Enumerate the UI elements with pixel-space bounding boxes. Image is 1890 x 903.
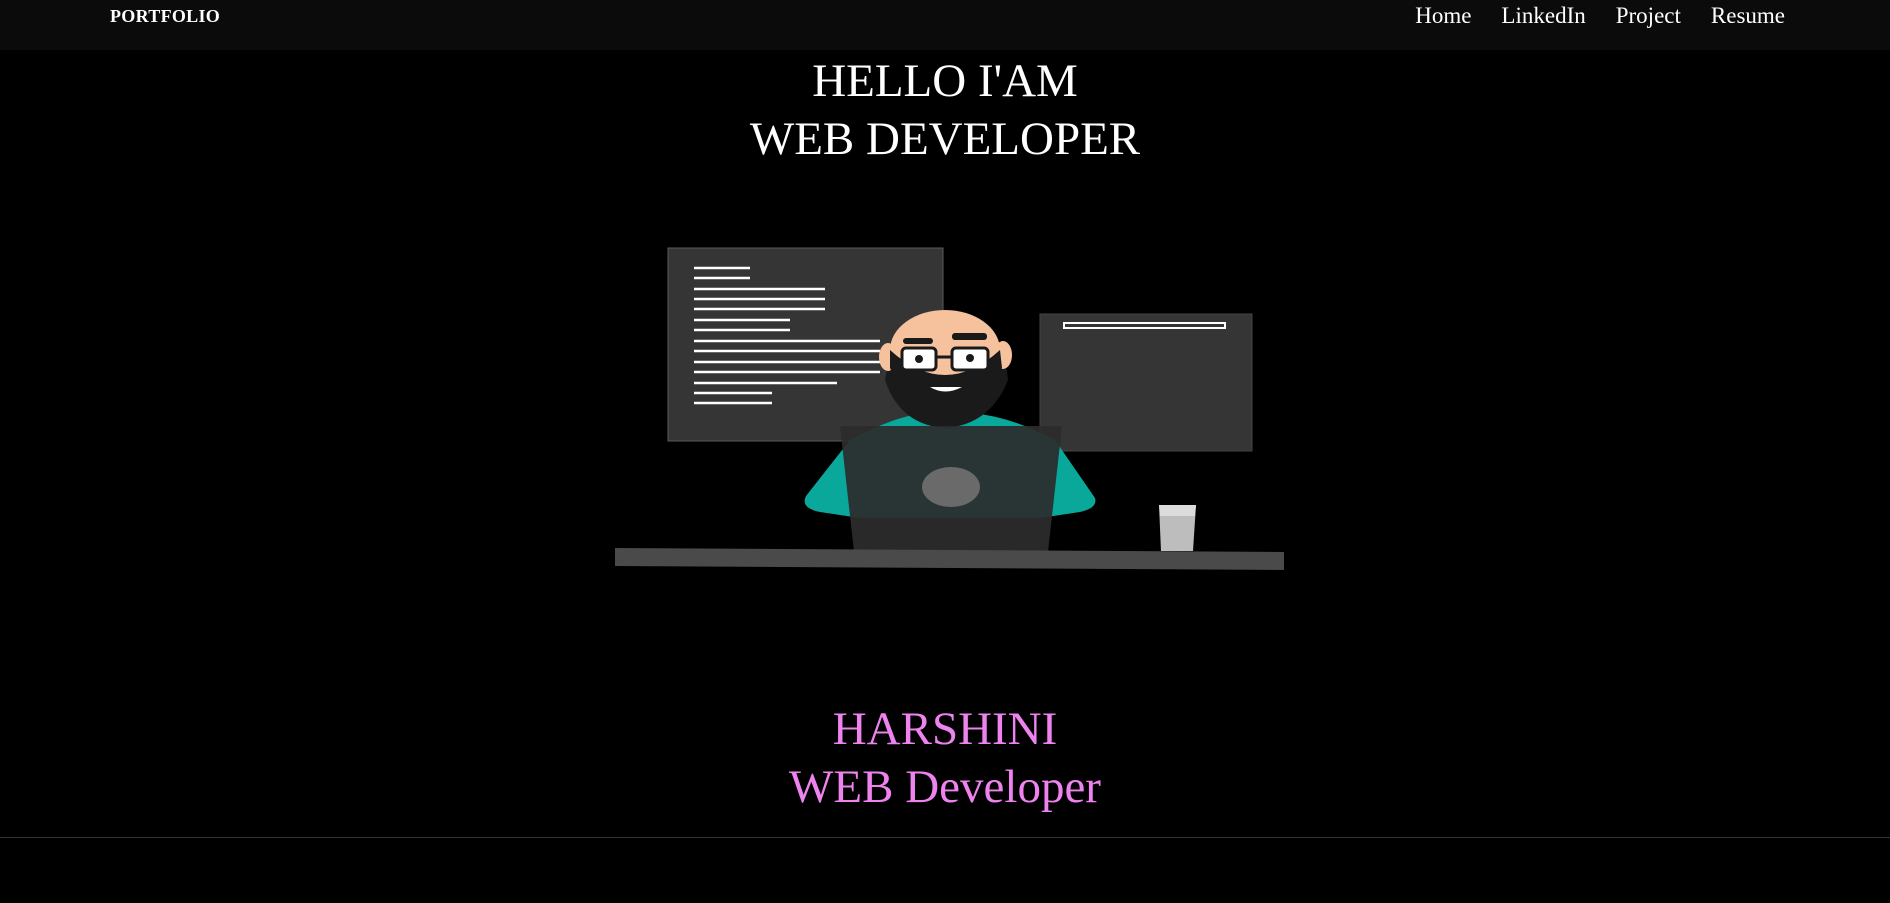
developer-role: WEB Developer [789, 761, 1101, 813]
navbar: PORTFOLIO Home LinkedIn Project Resume [0, 0, 1890, 50]
hero-heading: HELLO I'AM WEB DEVELOPER [0, 52, 1890, 168]
developer-name: HARSHINI [832, 703, 1058, 755]
identity-block: HARSHINI WEB Developer [0, 700, 1890, 816]
developer-at-desk-illustration [615, 247, 1284, 570]
hero-title-role: WEB DEVELOPER [749, 113, 1141, 165]
nav-project-link[interactable]: Project [1616, 3, 1681, 29]
browser-window [1039, 313, 1253, 452]
hero-greeting: HELLO I'AM [812, 55, 1078, 107]
laptop [840, 426, 1062, 552]
nav-home-link[interactable]: Home [1415, 3, 1471, 29]
nav-linkedin-link[interactable]: LinkedIn [1501, 3, 1585, 29]
desk [615, 548, 1284, 570]
nav-links: Home LinkedIn Project Resume [1415, 3, 1785, 29]
brand-logo[interactable]: PORTFOLIO [110, 6, 220, 27]
nav-resume-link[interactable]: Resume [1711, 3, 1785, 29]
coffee-cup [1159, 505, 1196, 551]
footer-divider [0, 837, 1890, 838]
